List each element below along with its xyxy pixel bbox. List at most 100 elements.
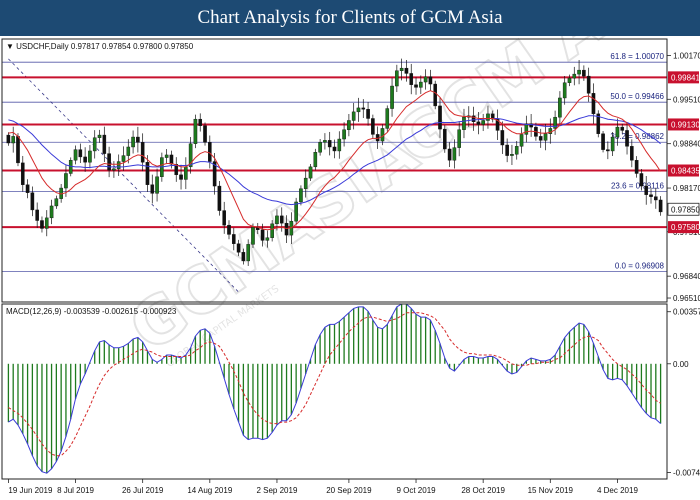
macd-tick-label: 0.00357 [673,308,700,317]
candle-body [658,199,663,213]
candle-body [203,125,207,143]
candle-body [97,134,102,138]
candle-body [591,93,596,115]
candle-body [270,223,274,238]
candle-body [543,133,548,141]
candle-body [390,85,394,109]
candle-body [634,160,639,174]
candle-body [654,196,658,201]
candle-body [179,174,183,180]
candle-body [356,107,361,113]
candle-body [112,168,116,171]
candle-body [428,76,433,85]
candle-body [313,152,318,168]
candle-body [318,142,322,153]
candle-body [395,70,399,87]
candle-body [241,252,246,262]
candle-body [193,118,198,144]
candle-body [83,156,87,163]
candle-body [54,198,59,207]
candle-body [49,205,54,219]
candle-body [347,120,351,130]
candle-body [236,243,241,253]
axes: 1.001700.995100.988400.981700.975100.968… [1,38,700,495]
candle-body [639,173,644,187]
chart-area: GCMASIAGCM ASIAGLOBAL CAPITAL MARKETS61.… [1,36,700,495]
candle-body [284,222,289,236]
candle-body [246,244,250,262]
candle-body [625,130,629,147]
candle-body [121,155,126,162]
candle-body [323,140,327,143]
date-tick-label: 15 Nov 2019 [528,486,574,495]
candle-body [630,146,634,161]
price-tick-label: 0.98170 [673,184,700,193]
price-tick-label: 1.00170 [673,52,700,61]
price-tick-label: 0.99510 [673,95,700,104]
candle-body [519,134,524,147]
candle-body [44,217,49,229]
candle-body [20,162,25,185]
candle-body [385,108,390,129]
candle-body [601,133,605,150]
candle-body [351,111,356,121]
candle-body [294,201,298,222]
candle-body [419,81,423,88]
candle-body [11,136,15,144]
fib-label: 50.0 = 0.99466 [610,92,664,101]
macd-tick-label: 0.00 [673,360,689,369]
fib-label: 61.8 = 1.00070 [610,52,664,61]
candle-body [366,109,370,119]
candle-body [35,209,39,221]
watermark-text: GCMASIA [117,116,432,367]
date-tick-label: 8 Jul 2019 [57,486,94,495]
candle-body [342,129,346,140]
candle-body [251,226,255,245]
page-header: Chart Analysis for Clients of GCM Asia [0,0,700,36]
candle-body [102,134,107,154]
candle-body [337,138,342,152]
candle-body [562,82,567,99]
date-tick-label: 2 Sep 2019 [256,486,297,495]
date-tick-label: 9 Oct 2019 [396,486,436,495]
candle-body [169,154,174,165]
candle-body [457,129,461,148]
candle-body [164,154,169,158]
candle-body [231,234,236,244]
candle-body [610,136,615,152]
price-tick-label: 0.96510 [673,294,700,303]
candle-body [303,177,308,189]
candle-body [198,118,203,126]
candle-body [327,140,332,148]
candle-body [131,136,135,148]
candle-body [586,75,591,94]
candle-body [92,137,97,152]
candle-body [447,148,452,161]
candle-body [371,118,375,135]
trend-line [8,58,239,293]
candle-body [476,121,481,125]
candle-body [107,153,111,171]
candle-body [78,149,83,158]
candle-body [486,113,490,121]
candle-body [442,128,447,150]
candle-body [332,146,337,152]
candle-body [227,224,231,235]
candle-body [510,154,514,156]
candle-body [217,185,222,211]
candle-body [423,76,428,83]
date-tick-label: 26 Jul 2019 [122,486,164,495]
candle-body [500,130,505,146]
candle-body [399,67,404,71]
candle-body [649,194,653,197]
price-tick-label: 0.98840 [673,140,700,149]
candle-body [438,105,442,130]
level-tag-label: 0.97580 [671,223,700,232]
candle-body [222,210,227,226]
candle-body [136,136,140,143]
candle-body [644,185,649,195]
candle-body [88,150,92,163]
candle-body [505,144,509,156]
candle-body [260,229,265,241]
candle-body [615,126,620,138]
